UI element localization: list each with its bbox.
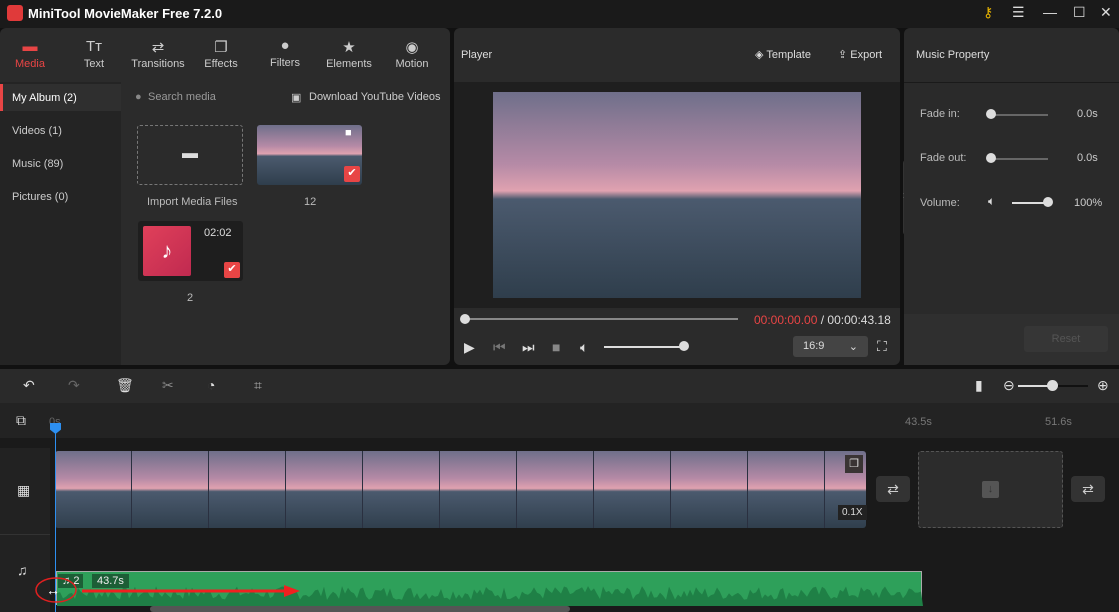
speaker-icon: 🔈︎ [988,194,996,208]
folder-icon: ▬ [182,145,198,162]
zoom-handle[interactable] [1047,380,1058,391]
sidebar-item-videos[interactable]: Videos (1) [12,125,62,137]
media-item-label: 2 [187,292,194,304]
fade-out-label: Fade out: [920,152,967,164]
crop-button[interactable]: ⌗ [254,377,262,394]
previous-frame-button[interactable]: ⏮ [493,339,506,356]
film-icon: ▦ [17,482,31,498]
fade-out-slider[interactable] [990,158,1048,160]
filters-icon: ● [280,37,290,54]
checkmark-icon[interactable]: ✔ [224,262,240,278]
annotation-arrow: ↔ [35,577,300,603]
ruler-tick: 51.6s [1045,416,1072,428]
fade-out-value: 0.0s [1077,152,1098,164]
volume-label: Volume: [920,197,960,209]
download-icon: ↓ [982,481,999,498]
export-icon: ⇪ [838,49,851,61]
fade-in-value: 0.0s [1077,108,1098,120]
download-youtube-link[interactable]: Download YouTube Videos [309,91,441,103]
stop-button[interactable]: ■ [552,339,560,355]
progress-bar[interactable] [465,318,738,320]
key-icon[interactable]: ⚷ [983,4,993,21]
undo-button[interactable]: ↶ [23,377,35,394]
fit-timeline-button[interactable]: ▮ [975,377,983,394]
tab-effects[interactable]: ❐ Effects [191,38,251,70]
volume-slider[interactable] [604,346,684,348]
duration: 02:02 [204,227,232,239]
timeline-scrollbar[interactable] [150,606,570,612]
fade-out-handle[interactable] [986,153,996,163]
close-button[interactable]: ✕ [1100,4,1112,21]
speed-badge: 0.1X [838,505,867,520]
panel-title: Music Property [916,49,990,61]
youtube-icon: ▣ [291,92,302,104]
add-track-icon[interactable]: ⧉ [16,412,26,429]
clip-layers-icon[interactable]: ❐ [845,455,863,473]
import-label: Import Media Files [147,196,238,208]
speed-button[interactable]: ◔ [207,377,215,393]
delete-button[interactable]: 🗑︎ [116,377,134,394]
video-clip[interactable] [55,451,866,528]
chevron-down-icon: ⌄ [848,341,858,353]
player-title: Player [461,49,493,61]
app-logo-icon [7,5,23,21]
export-button[interactable]: ⇪ Export [838,48,882,61]
tab-text[interactable]: Tт Text [64,38,124,70]
video-camera-icon: ■ [345,127,352,139]
volume-icon[interactable]: 🔈︎ [580,339,588,356]
play-button[interactable]: ▶ [464,339,475,356]
video-preview [493,92,861,298]
divider [904,82,1119,83]
zoom-out-button[interactable]: ⊖ [1003,377,1015,394]
checkmark-icon[interactable]: ✔ [344,166,360,182]
maximize-button[interactable]: ☐ [1073,4,1086,21]
music-note-icon: ♪ [143,226,191,276]
media-item-label: 12 [304,196,317,208]
music-icon: ♫ [17,562,28,578]
aspect-ratio-select[interactable]: 16:9 ⌄ [793,336,868,357]
fade-in-slider[interactable] [990,114,1048,116]
app-title: MiniTool MovieMaker Free 7.2.0 [28,6,223,21]
sidebar-item-label: My Album (2) [12,92,77,104]
sidebar-item-music[interactable]: Music (89) [12,158,63,170]
elements-icon: ★ [342,39,356,56]
ruler-tick: 43.5s [905,416,932,428]
effects-icon: ❐ [214,39,228,56]
search-icon: ● [135,91,142,103]
transitions-icon: ⇄ [151,39,165,56]
timecode: 00:00:00.00 / 00:00:43.18 [754,313,891,327]
timeline-ruler [0,403,1119,438]
minimize-button[interactable]: — [1043,4,1057,20]
fade-in-handle[interactable] [986,109,996,119]
sidebar-item-pictures[interactable]: Pictures (0) [12,191,68,203]
fullscreen-icon[interactable]: ⛶ [877,338,887,355]
fade-in-label: Fade in: [920,108,960,120]
transition-button[interactable]: ⇄ [876,476,910,502]
motion-icon: ◉ [405,39,419,56]
folder-icon: ▬ [22,38,38,55]
split-button[interactable]: ✂ [162,377,174,394]
music-volume-handle[interactable] [1043,197,1053,207]
text-icon: Tт [85,38,103,55]
volume-value: 100% [1074,197,1103,209]
tab-media[interactable]: ▬ Media [0,38,60,70]
next-frame-button[interactable]: ⏭ [522,339,535,356]
tab-motion[interactable]: ◉ Motion [382,38,442,70]
volume-handle[interactable] [679,341,689,351]
progress-handle[interactable] [460,314,470,324]
redo-button[interactable]: ↷ [68,377,80,394]
reset-button[interactable]: Reset [1024,326,1108,352]
template-button[interactable]: ◈ Template [755,48,811,61]
zoom-in-button[interactable]: ⊕ [1097,377,1109,394]
tab-elements[interactable]: ★ Elements [319,38,379,70]
transition-button[interactable]: ⇄ [1071,476,1105,502]
tab-filters[interactable]: ● Filters [255,37,315,69]
layers-icon: ◈ [755,49,767,61]
menu-icon[interactable]: ☰ [1012,4,1025,21]
tab-transitions[interactable]: ⇄ Transitions [128,38,188,70]
search-input[interactable]: Search media [148,91,278,103]
svg-text:↔: ↔ [46,582,60,598]
